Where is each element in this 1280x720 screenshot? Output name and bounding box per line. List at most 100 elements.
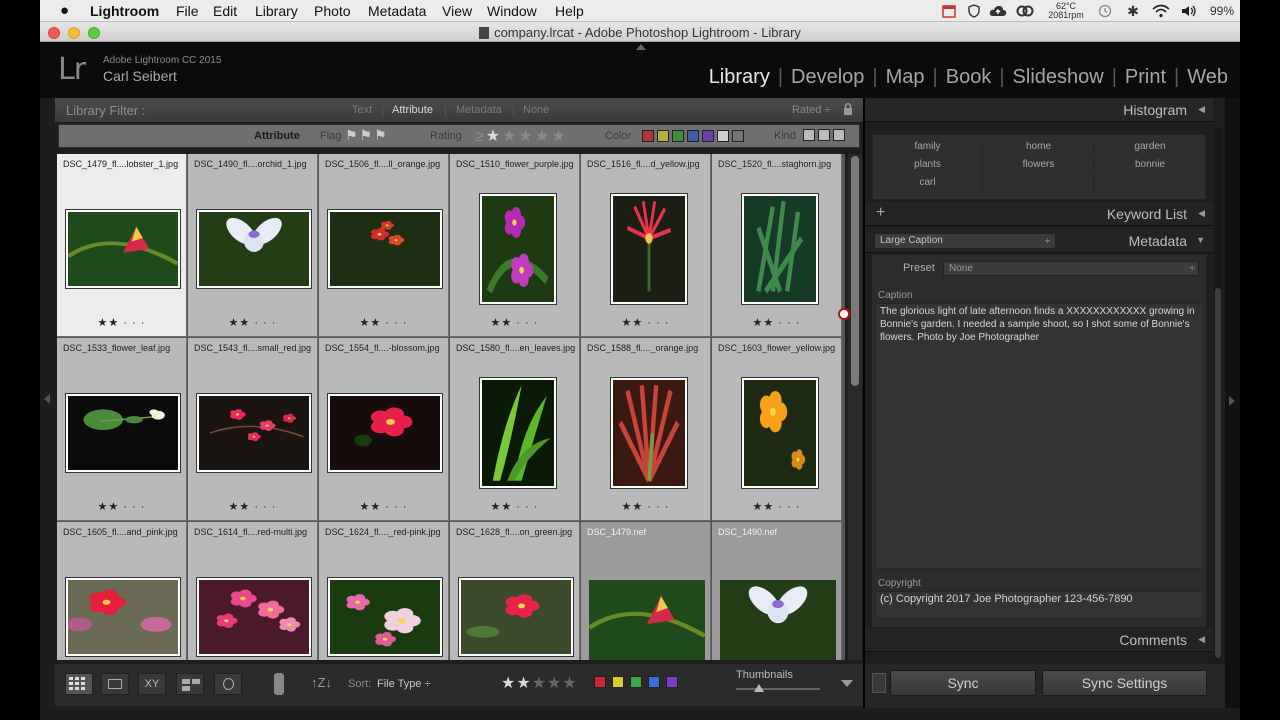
thumbnail-image[interactable]: [610, 377, 688, 489]
grid-cell[interactable]: DSC_1490_fl....orchid_1.jpg ★★ · · ·: [188, 154, 318, 337]
kind-virtual-icon[interactable]: [818, 129, 830, 142]
preset-dropdown[interactable]: None ÷: [943, 261, 1199, 276]
thumbnail-slider-knob[interactable]: [754, 684, 764, 692]
swatch-red[interactable]: [642, 130, 654, 143]
toolbar-menu-icon[interactable]: [841, 680, 853, 687]
toolbar-star-on[interactable]: ★★: [501, 675, 532, 692]
thumbnail-image[interactable]: [65, 209, 181, 289]
grid-cell-rating[interactable]: ★★ · · ·: [188, 500, 317, 513]
collapse-left-icon[interactable]: ◀: [1198, 208, 1205, 219]
menu-window[interactable]: Window: [487, 2, 537, 20]
toolbar-rating-stars[interactable]: ★★★★★: [501, 673, 578, 693]
time-machine-icon[interactable]: [1095, 0, 1115, 22]
thumbnail-image[interactable]: [65, 577, 181, 657]
grid-cell[interactable]: DSC_1543_fl....small_red.jpg ★★ · · ·: [188, 338, 318, 521]
thumbnail-image[interactable]: [479, 377, 557, 489]
grid-cell-rating[interactable]: ★★ · · ·: [319, 316, 448, 329]
collapse-left-icon[interactable]: ◀: [1198, 634, 1205, 645]
keyword-suggestion[interactable]: plants: [873, 158, 983, 174]
flag-filter-icons[interactable]: ⚑⚑⚑: [345, 127, 389, 144]
grid-cell-rating[interactable]: ★★ · · ·: [581, 500, 710, 513]
swatch-blue[interactable]: [687, 130, 699, 143]
module-library[interactable]: Library: [709, 66, 770, 89]
sort-dropdown[interactable]: File Type ÷: [377, 678, 431, 690]
thumbnail-image[interactable]: [610, 193, 688, 305]
swatch-purple[interactable]: [702, 130, 714, 143]
thumbnail-image[interactable]: [741, 193, 819, 305]
bluetooth-icon[interactable]: ✱: [1125, 0, 1141, 22]
toolbar-color-label-1[interactable]: [612, 676, 624, 689]
right-scrollbar-thumb[interactable]: [1215, 288, 1221, 658]
left-panel-toggle-icon[interactable]: [44, 394, 50, 404]
filter-tab-metadata[interactable]: Metadata: [456, 104, 502, 116]
grid-cell[interactable]: DSC_1588_fl...._orange.jpg ★★ · · ·: [581, 338, 711, 521]
toolbar-color-label-4[interactable]: [666, 676, 678, 689]
thumbnail-image[interactable]: [327, 209, 443, 289]
thumbnail-image[interactable]: [196, 209, 312, 289]
kind-filter-icons[interactable]: [803, 129, 848, 142]
toolbar-color-label-0[interactable]: [594, 676, 606, 689]
histogram-header[interactable]: Histogram ◀: [865, 98, 1213, 122]
thumbnail-image[interactable]: [196, 393, 312, 473]
thumbnail-image[interactable]: [65, 393, 181, 473]
compare-view-icon[interactable]: XY: [138, 673, 166, 695]
painter-icon[interactable]: [274, 673, 284, 695]
calendar-icon[interactable]: [940, 0, 958, 22]
module-map[interactable]: Map: [886, 66, 925, 89]
right-panel-scrollbar[interactable]: [1214, 128, 1222, 663]
metadata-header[interactable]: Large Caption ÷ Metadata ▼: [865, 229, 1213, 253]
module-slideshow[interactable]: Slideshow: [1013, 66, 1104, 89]
grid-cell-rating[interactable]: ★★ · · ·: [188, 316, 317, 329]
grid-cell[interactable]: DSC_1605_fl....and_pink.jpg: [57, 522, 187, 660]
thumbnail-image[interactable]: [479, 193, 557, 305]
swatch-green[interactable]: [672, 130, 684, 143]
apple-menu-icon[interactable]: ●: [60, 2, 69, 20]
grid-cell[interactable]: DSC_1624_fl...._red-pink.jpg: [319, 522, 449, 660]
grid-cell[interactable]: DSC_1628_fl....on_green.jpg: [450, 522, 580, 660]
filmstrip-collapsed[interactable]: [40, 708, 1240, 720]
thumbnail-image[interactable]: [196, 577, 312, 657]
keyword-suggestion[interactable]: garden: [1095, 140, 1205, 156]
rating-filter-stars[interactable]: ≥★★★★★: [475, 126, 568, 146]
module-web[interactable]: Web: [1187, 66, 1228, 89]
keyword-suggestion[interactable]: family: [873, 140, 983, 156]
grid-scrollbar[interactable]: [848, 154, 862, 660]
module-print[interactable]: Print: [1125, 66, 1166, 89]
kind-master-icon[interactable]: [803, 129, 815, 142]
menu-lightroom[interactable]: Lightroom: [90, 2, 159, 20]
menu-file[interactable]: File: [176, 2, 199, 20]
cloud-upload-icon[interactable]: [988, 0, 1008, 22]
people-view-icon[interactable]: [214, 673, 242, 695]
color-filter-swatches[interactable]: [642, 130, 747, 143]
copyright-field[interactable]: (c) Copyright 2017 Joe Photographer 123-…: [875, 591, 1203, 619]
auto-sync-switch[interactable]: [872, 673, 886, 693]
menu-edit[interactable]: Edit: [213, 2, 237, 20]
menu-photo[interactable]: Photo: [314, 2, 351, 20]
grid-cell[interactable]: DSC_1520_fl....staghorn.jpg ★★ · · ·: [712, 154, 842, 337]
grid-cell[interactable]: DSC_1479.nef: [581, 522, 711, 660]
grid-cell[interactable]: DSC_1506_fl....ll_orange.jpg ★★ · · ·: [319, 154, 449, 337]
comments-header[interactable]: Comments ◀: [865, 628, 1213, 652]
menu-help[interactable]: Help: [555, 2, 584, 20]
keyword-suggestion[interactable]: bonnie: [1095, 158, 1205, 174]
sort-direction-icon[interactable]: ↑Z↓: [311, 675, 332, 690]
left-panel-collapsed[interactable]: [40, 98, 55, 708]
grid-cell[interactable]: DSC_1603_flower_yellow.jpg ★★ · · ·: [712, 338, 842, 521]
thumbnail-image[interactable]: [327, 393, 443, 473]
menu-metadata[interactable]: Metadata: [368, 2, 426, 20]
menu-view[interactable]: View: [442, 2, 472, 20]
grid-cell[interactable]: DSC_1614_fl....red-multi.jpg: [188, 522, 318, 660]
loupe-view-icon[interactable]: [101, 673, 129, 695]
survey-view-icon[interactable]: [176, 673, 204, 695]
thumbnail-image[interactable]: [327, 577, 443, 657]
keyword-suggestion[interactable]: carl: [873, 176, 983, 192]
grid-cell-rating[interactable]: ★★ · · ·: [57, 316, 186, 329]
thumbnail-image[interactable]: [720, 580, 836, 660]
grid-cell[interactable]: DSC_1490.nef: [712, 522, 842, 660]
sync-button[interactable]: Sync: [890, 670, 1036, 696]
right-edge[interactable]: [1225, 98, 1240, 708]
scrollbar-thumb[interactable]: [851, 156, 859, 386]
shield-icon[interactable]: [965, 0, 983, 22]
thumbnail-size-slider[interactable]: [736, 688, 820, 690]
thumbnail-image[interactable]: [458, 577, 574, 657]
